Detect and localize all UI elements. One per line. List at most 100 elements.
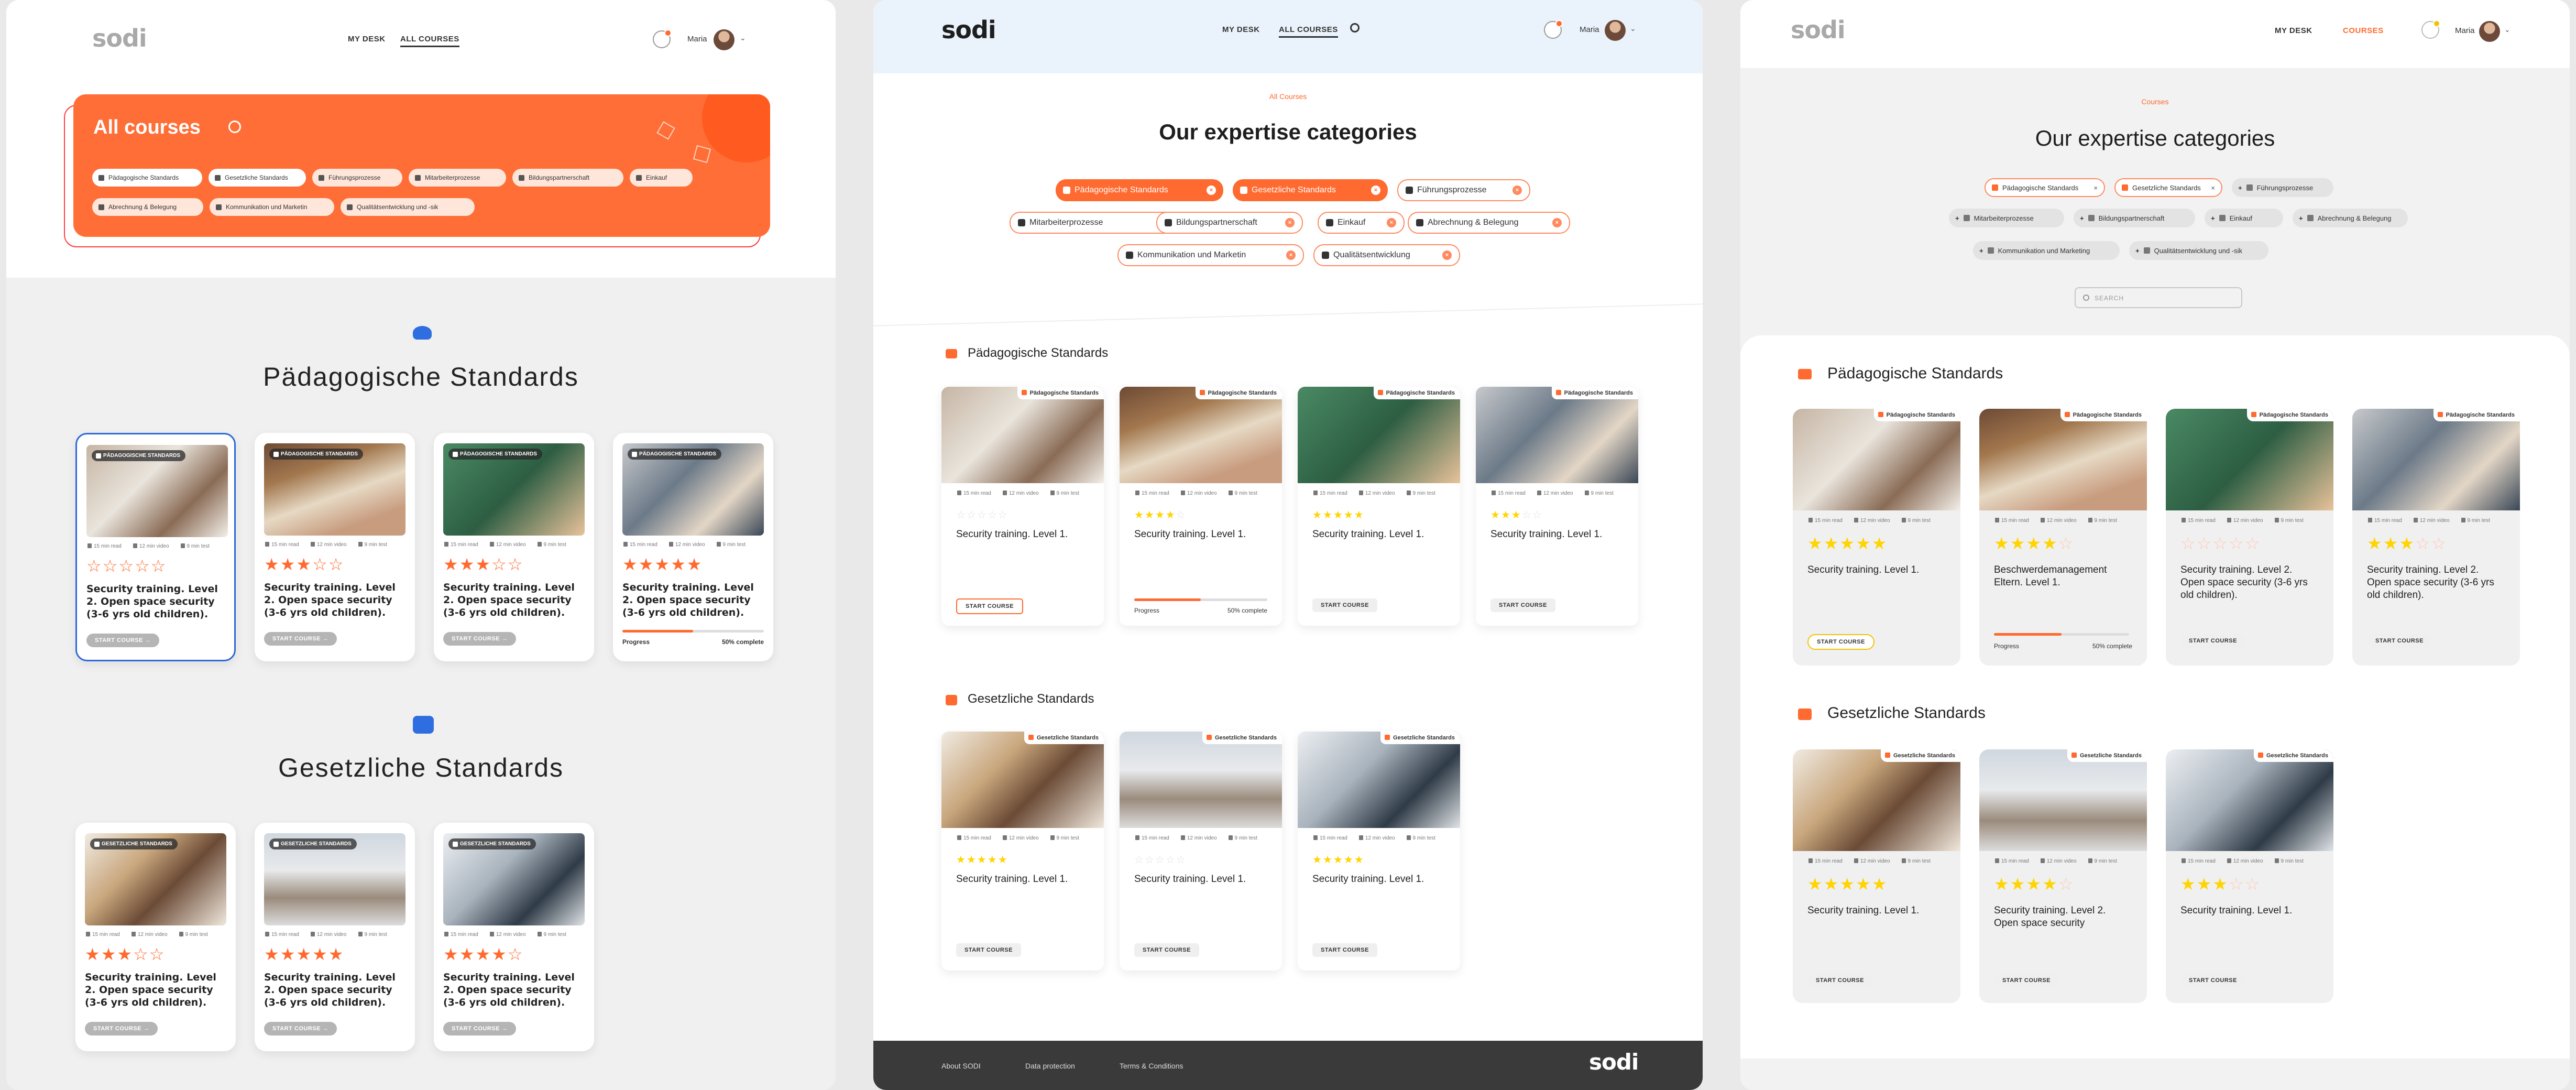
category-chip[interactable]: Mitarbeiterprozesse [409, 169, 506, 187]
start-course-button[interactable]: START COURSE → [443, 632, 517, 646]
category-pill[interactable]: Abrechnung & Belegung × [1408, 212, 1570, 234]
category-pill[interactable]: Führungsprozesse × [1397, 179, 1530, 201]
start-course-button[interactable]: START COURSE [2180, 634, 2245, 648]
category-pill[interactable]: + Einkauf [2205, 209, 2283, 227]
course-card[interactable]: Gesetzliche Standards 15 min read 12 min v… [1298, 732, 1460, 971]
start-course-button[interactable]: START COURSE [956, 598, 1023, 614]
course-card[interactable]: PÄDAGOGISCHE STANDARDS 15 min read 12 min … [255, 433, 415, 661]
close-icon[interactable]: × [1286, 250, 1296, 260]
nav-all-courses[interactable]: ALL COURSES [400, 35, 459, 47]
close-icon[interactable]: × [1442, 250, 1452, 260]
bell-icon[interactable] [653, 29, 672, 48]
start-course-button[interactable]: START COURSE → [443, 1022, 517, 1036]
start-course-button[interactable]: START COURSE [1807, 974, 1872, 987]
course-card[interactable]: GESETZLICHE STANDARDS 15 min read 12 min v… [434, 823, 594, 1051]
nav-my-desk[interactable]: MY DESK [348, 35, 386, 43]
category-pill[interactable]: Gesetzliche Standards × [2114, 178, 2222, 197]
bell-icon[interactable] [2421, 20, 2440, 39]
user-name[interactable]: Maria [687, 35, 707, 43]
avatar[interactable] [714, 29, 735, 50]
logo[interactable]: sodi [1791, 16, 1846, 44]
start-course-button[interactable]: START COURSE → [264, 1022, 337, 1036]
close-icon[interactable]: × [1387, 218, 1396, 227]
course-card[interactable]: Pädagogische Standards 15 min read 12 min … [2352, 409, 2520, 666]
bell-icon[interactable] [1544, 20, 1563, 39]
nav-my-desk[interactable]: MY DESK [1222, 25, 1260, 34]
category-pill[interactable]: + Bildungspartnerschaft [2074, 209, 2195, 227]
category-chip[interactable]: Einkauf [630, 169, 693, 187]
avatar[interactable] [1605, 20, 1626, 41]
start-course-button[interactable]: START COURSE → [86, 634, 160, 647]
course-card[interactable]: Gesetzliche Standards 15 min read 12 min v… [941, 732, 1104, 971]
course-card[interactable]: Pädagogische Standards 15 min read 12 min … [1476, 387, 1638, 626]
course-card[interactable]: Pädagogische Standards 15 min read 12 min … [1298, 387, 1460, 626]
avatar[interactable] [2479, 21, 2500, 42]
course-card[interactable]: Gesetzliche Standards 15 min read 12 min v… [1979, 749, 2147, 1003]
start-course-button[interactable]: START COURSE [1994, 974, 2059, 987]
chevron-down-icon[interactable]: ⌄ [2504, 25, 2511, 34]
course-card[interactable]: PÄDAGOGISCHE STANDARDS 15 min read 12 min … [75, 433, 236, 661]
chevron-down-icon[interactable]: ⌄ [740, 34, 746, 42]
close-icon[interactable]: × [2093, 184, 2098, 192]
start-course-button[interactable]: START COURSE → [264, 632, 337, 646]
course-card[interactable]: PÄDAGOGISCHE STANDARDS 15 min read 12 min … [613, 433, 773, 661]
category-pill[interactable]: Bildungspartnerschaft × [1156, 212, 1303, 234]
category-pill[interactable]: Pädagogische Standards × [1985, 178, 2105, 197]
search-icon[interactable] [1350, 23, 1360, 32]
nav-my-desk[interactable]: MY DESK [2275, 26, 2312, 35]
category-chip[interactable]: Kommunikation und Marketin [210, 198, 334, 216]
category-pill[interactable]: + Führungsprozesse [2232, 178, 2333, 197]
category-pill[interactable]: Kommunikation und Marketin × [1117, 244, 1304, 266]
course-card[interactable]: Pädagogische Standards 15 min read 12 min … [941, 387, 1104, 626]
start-course-button[interactable]: START COURSE [956, 943, 1021, 957]
course-card[interactable]: Gesetzliche Standards 15 min read 12 min v… [1120, 732, 1282, 971]
search-icon[interactable] [228, 121, 241, 133]
close-icon[interactable]: × [1371, 186, 1380, 195]
search-field[interactable]: SEARCH [2075, 287, 2242, 308]
logo[interactable]: sodi [92, 24, 147, 52]
course-card[interactable]: Pädagogische Standards 15 min read 12 min … [1120, 387, 1282, 626]
user-name[interactable]: Maria [2455, 26, 2475, 35]
course-card[interactable]: Gesetzliche Standards 15 min read 12 min v… [2166, 749, 2333, 1003]
start-course-button[interactable]: START COURSE [1134, 943, 1199, 957]
category-pill[interactable]: Einkauf × [1318, 212, 1405, 234]
category-chip[interactable]: Qualitätsentwicklung und -sik [341, 198, 475, 216]
start-course-button[interactable]: START COURSE [1312, 598, 1377, 612]
chevron-down-icon[interactable]: ⌄ [1630, 24, 1636, 33]
start-course-button[interactable]: START COURSE [1312, 943, 1377, 957]
course-card[interactable]: Pädagogische Standards 15 min read 12 min … [2166, 409, 2333, 666]
start-course-button[interactable]: START COURSE [1490, 598, 1555, 612]
nav-courses[interactable]: COURSES [2343, 26, 2384, 35]
start-course-button[interactable]: START COURSE [2367, 634, 2432, 648]
close-icon[interactable]: × [2211, 184, 2215, 192]
footer-link-privacy[interactable]: Data protection [1025, 1062, 1075, 1070]
start-course-button[interactable]: START COURSE → [85, 1022, 158, 1036]
footer-link-terms[interactable]: Terms & Conditions [1120, 1062, 1183, 1070]
logo[interactable]: sodi [941, 16, 996, 44]
category-pill[interactable]: + Abrechnung & Belegung [2293, 209, 2408, 227]
close-icon[interactable]: × [1512, 186, 1522, 195]
category-pill[interactable]: Gesetzliche Standards × [1233, 179, 1388, 201]
close-icon[interactable]: × [1552, 218, 1562, 227]
start-course-button[interactable]: START COURSE [1807, 634, 1875, 650]
user-name[interactable]: Maria [1580, 25, 1599, 34]
category-chip[interactable]: Pädagogische Standards [92, 169, 202, 187]
category-chip[interactable]: Gesetzliche Standards [209, 169, 306, 187]
category-pill[interactable]: + Qualitätsentwicklung und -sik [2129, 241, 2268, 260]
course-card[interactable]: Pädagogische Standards 15 min read 12 min … [1793, 409, 1960, 666]
close-icon[interactable]: × [1285, 218, 1295, 227]
category-chip[interactable]: Bildungspartnerschaft [512, 169, 623, 187]
course-card[interactable]: Pädagogische Standards 15 min read 12 min … [1979, 409, 2147, 666]
category-chip[interactable]: Führungsprozesse [312, 169, 402, 187]
course-card[interactable]: GESETZLICHE STANDARDS 15 min read 12 min v… [75, 823, 236, 1051]
category-pill[interactable]: + Kommunikation und Marketing [1973, 241, 2120, 260]
category-chip[interactable]: Abrechnung & Belegung [92, 198, 203, 216]
category-pill[interactable]: Qualitätsentwicklung × [1313, 244, 1460, 266]
close-icon[interactable]: × [1207, 186, 1216, 195]
course-card[interactable]: Gesetzliche Standards 15 min read 12 min v… [1793, 749, 1960, 1003]
course-card[interactable]: PÄDAGOGISCHE STANDARDS 15 min read 12 min … [434, 433, 594, 661]
category-pill[interactable]: + Mitarbeiterprozesse [1949, 209, 2064, 227]
footer-link-about[interactable]: About SODI [941, 1062, 981, 1070]
course-card[interactable]: GESETZLICHE STANDARDS 15 min read 12 min v… [255, 823, 415, 1051]
category-pill[interactable]: Pädagogische Standards × [1056, 179, 1223, 201]
